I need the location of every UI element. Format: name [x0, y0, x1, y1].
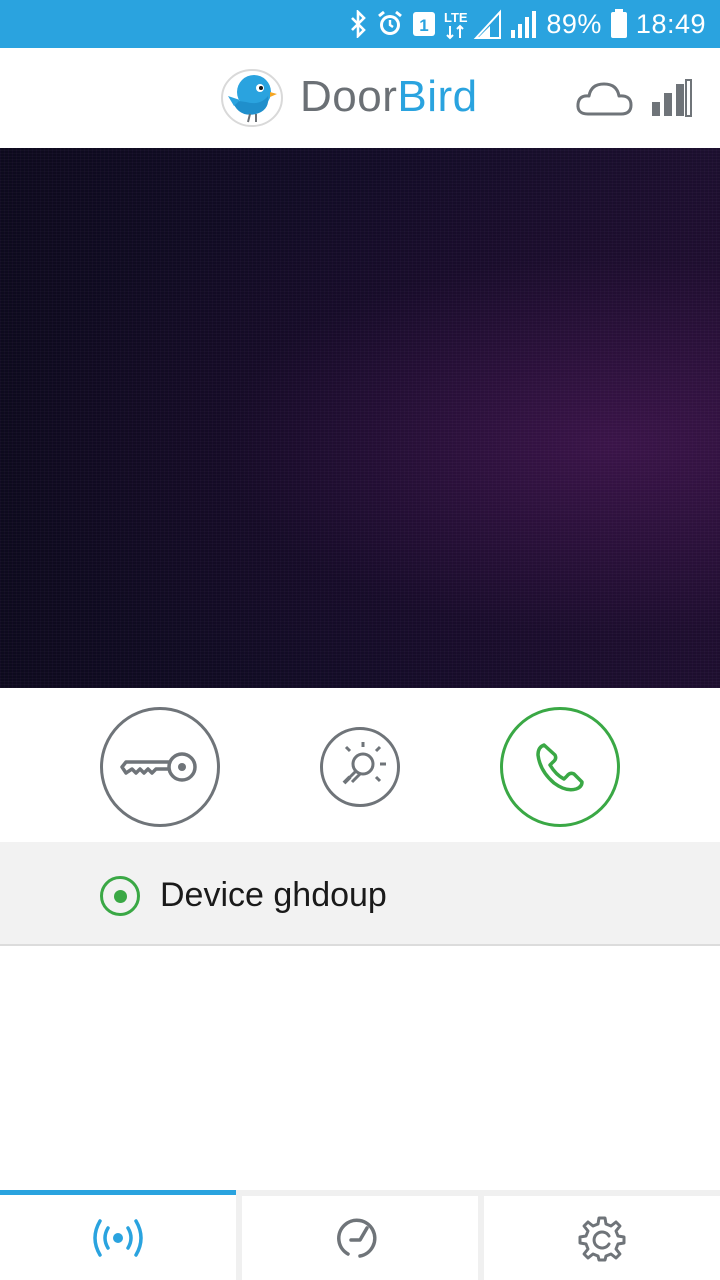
tab-history[interactable]	[242, 1196, 478, 1280]
key-icon	[120, 752, 197, 782]
bluetooth-icon	[348, 10, 368, 38]
battery-icon	[610, 9, 628, 39]
lte-signal-icon: LTE	[444, 8, 502, 40]
phone-icon	[536, 743, 584, 792]
open-door-button[interactable]	[100, 707, 220, 827]
settings-gear-icon	[578, 1216, 626, 1262]
tab-live[interactable]	[0, 1190, 236, 1280]
action-buttons	[0, 690, 720, 842]
bottom-navigation	[0, 1190, 720, 1280]
live-broadcast-icon	[93, 1218, 143, 1257]
cloud-icon[interactable]	[574, 78, 634, 118]
device-list-item[interactable]: Device ghdoup	[0, 842, 720, 946]
radio-selected-icon[interactable]	[100, 876, 140, 916]
live-video-feed[interactable]	[0, 148, 720, 688]
video-noise	[0, 148, 720, 688]
call-button[interactable]	[500, 707, 620, 827]
alarm-icon	[376, 10, 404, 38]
signal-strength-icon[interactable]	[650, 78, 692, 118]
light-button[interactable]	[320, 727, 400, 807]
sim-icon: 1	[412, 10, 436, 38]
logo-bird: Bird	[397, 72, 478, 121]
app-header: DoorBird	[0, 48, 720, 148]
battery-percent: 89%	[546, 8, 602, 39]
logo-door: Door	[300, 72, 398, 121]
device-name: Device ghdoup	[160, 876, 387, 914]
clock: 18:49	[635, 8, 706, 39]
doorbird-logo-icon	[221, 69, 283, 127]
status-bar: 1 LTE 89% 18:49	[0, 0, 720, 48]
signal-icon	[510, 9, 538, 39]
svg-text:LTE: LTE	[444, 10, 468, 25]
doorbird-logo-text: DoorBird	[300, 72, 478, 122]
light-bulb-icon	[342, 742, 386, 785]
history-clock-icon	[337, 1218, 377, 1258]
svg-text:1: 1	[420, 16, 429, 35]
tab-settings[interactable]	[484, 1196, 720, 1280]
